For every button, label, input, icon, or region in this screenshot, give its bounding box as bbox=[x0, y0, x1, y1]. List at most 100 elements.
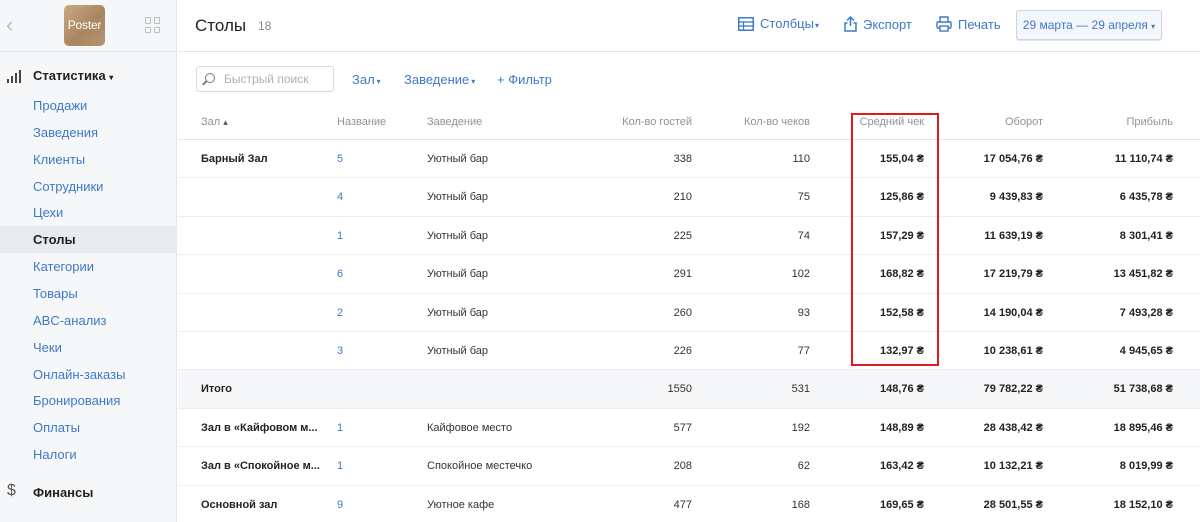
sidebar-item[interactable]: Заведения bbox=[0, 119, 177, 146]
cell-avg-check: 168,82 ₴ bbox=[879, 268, 924, 281]
search-input[interactable] bbox=[224, 71, 329, 87]
cell-profit: 8 019,99 ₴ bbox=[1119, 460, 1173, 473]
bar-chart-icon bbox=[7, 69, 21, 83]
cell-turnover: 9 439,83 ₴ bbox=[989, 191, 1043, 204]
sidebar-item[interactable]: Столы bbox=[0, 226, 177, 254]
cell-checks: 110 bbox=[792, 153, 810, 165]
cell-avg-check: 132,97 ₴ bbox=[879, 344, 924, 357]
cell-table-name[interactable]: 5 bbox=[337, 153, 343, 165]
sidebar-section-statistics[interactable]: Статистика ▾ bbox=[0, 64, 177, 88]
cell-checks: 192 bbox=[791, 421, 810, 434]
column-header-profit[interactable]: Прибыль bbox=[1126, 116, 1173, 128]
apps-grid-icon[interactable] bbox=[145, 17, 161, 33]
column-header-guests[interactable]: Кол-во гостей bbox=[622, 116, 692, 128]
cell-avg-check: 157,29 ₴ bbox=[879, 229, 924, 242]
printer-icon bbox=[936, 16, 952, 32]
column-header-turnover[interactable]: Оборот bbox=[1005, 116, 1043, 128]
cell-turnover: 79 782,22 ₴ bbox=[983, 383, 1043, 396]
cell-avg-check: 155,04 ₴ bbox=[879, 153, 924, 165]
column-header-hall[interactable]: Зал ▴ bbox=[201, 116, 228, 128]
cell-avg-check: 125,86 ₴ bbox=[879, 191, 924, 204]
cell-profit: 7 493,28 ₴ bbox=[1119, 306, 1173, 319]
cell-turnover: 10 238,61 ₴ bbox=[983, 344, 1043, 357]
cell-profit: 13 451,82 ₴ bbox=[1113, 268, 1173, 281]
sidebar-section-finance[interactable]: $ Финансы bbox=[0, 480, 177, 504]
cell-guests: 226 bbox=[673, 344, 692, 357]
cell-profit: 18 152,10 ₴ bbox=[1113, 498, 1173, 511]
sidebar-item[interactable]: Оплаты bbox=[0, 414, 177, 441]
sidebar-item[interactable]: Цехи bbox=[0, 199, 177, 226]
cell-hall: Зал в «Спокойное м... bbox=[201, 460, 320, 473]
cell-table-name[interactable]: 3 bbox=[337, 345, 343, 357]
cell-avg-check: 169,65 ₴ bbox=[879, 498, 924, 511]
sidebar-section-label: Статистика bbox=[33, 68, 106, 83]
dollar-icon: $ bbox=[7, 482, 16, 499]
cell-guests: 1550 bbox=[667, 383, 692, 396]
sidebar-item[interactable]: Сотрудники bbox=[0, 173, 177, 200]
filter-venue[interactable]: Заведение ▾ bbox=[404, 72, 475, 87]
back-chevron-icon[interactable]: ‹ bbox=[6, 14, 13, 36]
cell-venue: Уютный бар bbox=[427, 268, 489, 281]
cell-profit: 6 435,78 ₴ bbox=[1119, 191, 1173, 204]
cell-avg-check: 152,58 ₴ bbox=[879, 306, 924, 319]
export-button[interactable]: Экспорт bbox=[844, 16, 912, 32]
sidebar-item[interactable]: Налоги bbox=[0, 441, 177, 468]
cell-checks: 102 bbox=[791, 268, 810, 281]
table-header: Зал ▴ Название Заведение Кол-во гостей К… bbox=[178, 103, 1200, 140]
print-label: Печать bbox=[958, 16, 1001, 32]
cell-guests: 225 bbox=[673, 229, 692, 242]
table-row: 1 Уютный бар 225 74 157,29 ₴ 11 639,19 ₴ 8 301… bbox=[178, 217, 1200, 256]
table-row: Барный Зал 5 Уютный бар 338 110 155,04 ₴ 17 05… bbox=[178, 140, 1200, 179]
cell-hall: Итого bbox=[201, 383, 233, 396]
cell-table-name[interactable]: 6 bbox=[337, 268, 343, 280]
cell-turnover: 10 132,21 ₴ bbox=[983, 460, 1043, 473]
table-row: 3 Уютный бар 226 77 132,97 ₴ 10 238,61 ₴ 4 945… bbox=[178, 332, 1200, 371]
cell-guests: 338 bbox=[673, 153, 692, 165]
page-header: Столы 18 Столбцы▾ Экспорт Печать 29 март… bbox=[178, 0, 1200, 52]
export-label: Экспорт bbox=[863, 16, 912, 32]
sidebar-item[interactable]: Продажи bbox=[0, 92, 177, 119]
cell-table-name[interactable]: 1 bbox=[337, 460, 343, 472]
add-filter-button[interactable]: + Фильтр bbox=[497, 72, 552, 87]
column-header-name[interactable]: Название bbox=[337, 116, 386, 128]
filter-hall[interactable]: Зал ▾ bbox=[352, 72, 381, 87]
cell-venue: Кайфовое место bbox=[427, 421, 513, 434]
column-header-checks[interactable]: Кол-во чеков bbox=[744, 116, 810, 128]
export-icon bbox=[844, 16, 857, 32]
cell-table-name[interactable]: 9 bbox=[337, 499, 343, 511]
chevron-down-icon: ▾ bbox=[1151, 22, 1156, 31]
cell-table-name[interactable]: 1 bbox=[337, 230, 343, 242]
columns-button[interactable]: Столбцы▾ bbox=[738, 16, 819, 31]
cell-checks: 531 bbox=[791, 383, 810, 396]
sidebar-item[interactable]: Чеки bbox=[0, 334, 177, 361]
cell-guests: 577 bbox=[673, 421, 692, 434]
cell-turnover: 17 219,79 ₴ bbox=[983, 268, 1043, 281]
cell-table-name[interactable]: 4 bbox=[337, 191, 343, 203]
sidebar-item[interactable]: Онлайн-заказы bbox=[0, 361, 177, 388]
cell-venue: Уютный бар bbox=[427, 229, 489, 242]
cell-table-name[interactable]: 1 bbox=[337, 422, 343, 434]
cell-checks: 168 bbox=[791, 498, 810, 511]
sidebar-item[interactable]: Клиенты bbox=[0, 146, 177, 173]
date-range-picker[interactable]: 29 марта — 29 апреля ▾ bbox=[1016, 10, 1162, 40]
cell-checks: 93 bbox=[797, 306, 810, 319]
table-row: Основной зал 9 Уютное кафе 477 168 169,65 ₴ 28… bbox=[178, 486, 1200, 522]
cell-table-name[interactable]: 2 bbox=[337, 307, 343, 319]
quick-search[interactable] bbox=[196, 66, 334, 92]
chevron-down-icon: ▾ bbox=[109, 73, 114, 82]
cell-profit: 51 738,68 ₴ bbox=[1113, 383, 1173, 396]
sidebar-item[interactable]: Категории bbox=[0, 253, 177, 280]
app-logo[interactable]: Poster bbox=[64, 5, 105, 46]
sidebar-item[interactable]: Товары bbox=[0, 280, 177, 307]
tables-report-table: Зал ▴ Название Заведение Кол-во гостей К… bbox=[178, 103, 1200, 522]
cell-guests: 208 bbox=[673, 460, 692, 473]
sidebar-item[interactable]: ABC-анализ bbox=[0, 307, 177, 334]
date-range-label: 29 марта — 29 апреля bbox=[1022, 18, 1148, 32]
column-header-venue[interactable]: Заведение bbox=[427, 116, 482, 128]
cell-guests: 210 bbox=[673, 191, 692, 204]
record-count: 18 bbox=[258, 19, 272, 33]
print-button[interactable]: Печать bbox=[936, 16, 1001, 32]
cell-hall: Зал в «Кайфовом м... bbox=[201, 421, 318, 434]
column-header-avg-check[interactable]: Средний чек bbox=[860, 116, 924, 128]
sidebar-item[interactable]: Бронирования bbox=[0, 387, 177, 414]
